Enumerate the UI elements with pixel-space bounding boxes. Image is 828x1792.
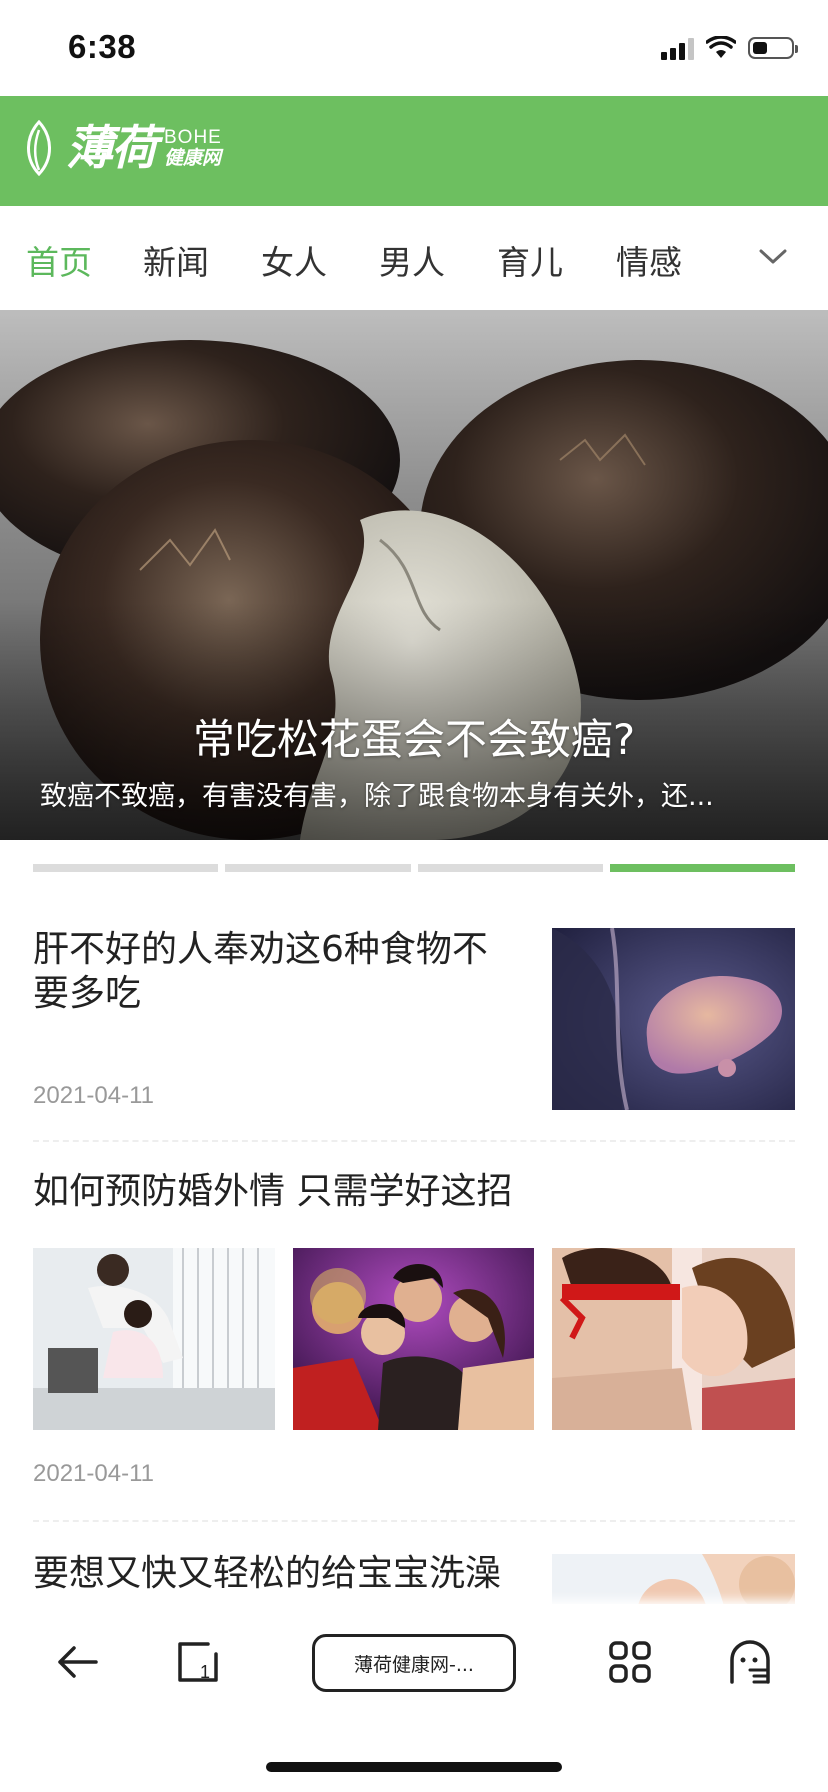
home-indicator[interactable] bbox=[266, 1762, 562, 1772]
status-time: 6:38 bbox=[68, 28, 137, 65]
status-bar: 6:38 bbox=[0, 0, 828, 96]
tab-women[interactable]: 女人 bbox=[261, 236, 327, 284]
leaf-logo-icon bbox=[27, 120, 51, 176]
back-arrow-icon[interactable] bbox=[56, 1640, 100, 1684]
url-bar[interactable]: 薄荷健康网-... bbox=[312, 1634, 516, 1692]
article-title: 要想又快又轻松的给宝宝洗澡 bbox=[33, 1553, 502, 1594]
wifi-icon bbox=[706, 36, 736, 58]
article-title: 如何预防婚外情 只需学好这招 bbox=[33, 1171, 513, 1212]
signal-icon bbox=[661, 36, 694, 60]
tabs-icon[interactable]: 1 bbox=[176, 1640, 220, 1684]
nav-tabs: 首页 新闻 女人 男人 育儿 情感 bbox=[0, 206, 828, 310]
carousel-dot[interactable] bbox=[33, 864, 219, 872]
divider bbox=[33, 1140, 795, 1142]
article-item[interactable]: 如何预防婚外情 只需学好这招 2021-04-11 bbox=[33, 1170, 795, 1490]
article-item[interactable]: 肝不好的人奉劝这6种食物不要多吃 2021-04-11 bbox=[33, 928, 795, 1112]
divider bbox=[33, 1520, 795, 1522]
article-title: 肝不好的人奉劝这6种食物不要多吃 bbox=[33, 929, 488, 1014]
carousel-dot[interactable] bbox=[417, 864, 603, 872]
hero-description: 致癌不致癌，有害没有害，除了跟食物本身有关外，还... bbox=[40, 781, 714, 812]
hero-title: 常吃松花蛋会不会致癌? bbox=[192, 715, 636, 764]
article-thumbnail bbox=[293, 1248, 534, 1430]
tab-news[interactable]: 新闻 bbox=[143, 236, 209, 284]
article-thumbnail bbox=[33, 1248, 275, 1430]
svg-text:1: 1 bbox=[200, 1662, 210, 1682]
chevron-down-icon[interactable] bbox=[758, 244, 788, 268]
hero-banner[interactable]: 常吃松花蛋会不会致癌? 致癌不致癌，有害没有害，除了跟食物本身有关外，还... bbox=[0, 310, 828, 840]
carousel-dot-active[interactable] bbox=[609, 864, 795, 872]
tab-parenting[interactable]: 育儿 bbox=[497, 236, 563, 284]
tab-emotion[interactable]: 情感 bbox=[616, 236, 682, 284]
article-thumbnail bbox=[552, 928, 795, 1110]
tab-men[interactable]: 男人 bbox=[379, 236, 445, 284]
logo-sub: BOHE 健康网 bbox=[164, 128, 222, 168]
logo-sub-en: BOHE bbox=[164, 127, 222, 148]
tab-home[interactable]: 首页 bbox=[26, 236, 92, 284]
logo-sub-cn: 健康网 bbox=[164, 147, 222, 169]
incognito-icon[interactable] bbox=[728, 1640, 772, 1684]
status-icons bbox=[661, 36, 798, 60]
site-header: 薄荷 BOHE 健康网 bbox=[0, 96, 828, 206]
carousel-indicators bbox=[33, 864, 795, 872]
battery-icon bbox=[748, 37, 798, 59]
site-logo[interactable]: 薄荷 BOHE 健康网 bbox=[22, 120, 222, 176]
carousel-dot[interactable] bbox=[225, 864, 411, 872]
article-date: 2021-04-11 bbox=[33, 1082, 154, 1109]
grid-icon[interactable] bbox=[608, 1640, 652, 1684]
logo-main-text: 薄荷 bbox=[66, 120, 158, 176]
article-thumbnail bbox=[552, 1248, 795, 1430]
article-date: 2021-04-11 bbox=[33, 1460, 154, 1487]
